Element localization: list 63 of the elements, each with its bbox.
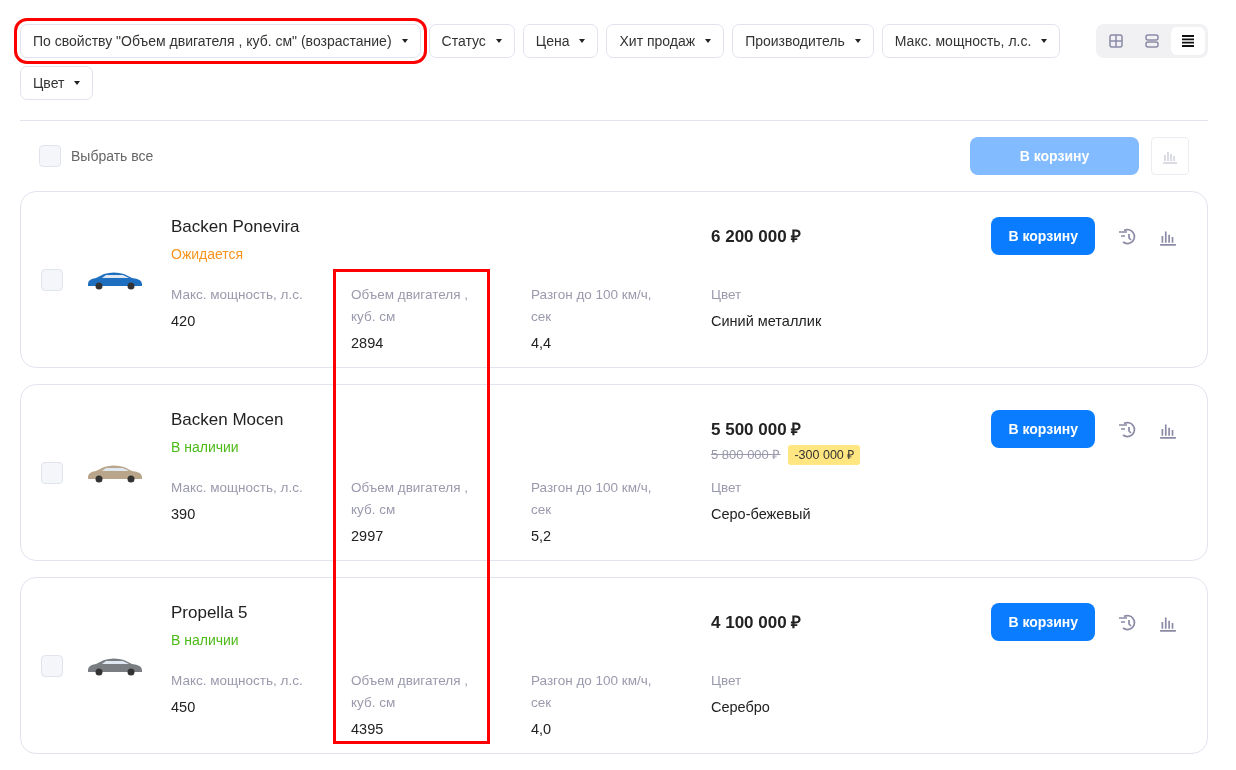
filter-dropdown[interactable]: Производитель [732, 24, 874, 58]
caret-icon [705, 39, 712, 43]
property-label: Разгон до 100 км/ч, сек [531, 672, 653, 712]
property-label: Разгон до 100 км/ч, сек [531, 479, 653, 519]
property-label: Макс. мощность, л.с. [171, 479, 304, 497]
caret-icon [495, 39, 502, 43]
property-label: Макс. мощность, л.с. [171, 286, 304, 304]
property-value: 390 [171, 505, 197, 524]
property-value: Серебро [711, 698, 771, 717]
product-checkbox[interactable] [41, 654, 63, 677]
property-label: Макс. мощность, л.с. [171, 672, 304, 690]
property-label: Цвет [711, 286, 743, 304]
product-status: Ожидается [171, 244, 245, 264]
filter-dropdown[interactable]: Хит продаж [606, 24, 725, 58]
caret-icon [854, 39, 861, 43]
clock-icon [1117, 226, 1137, 247]
product-checkbox[interactable] [41, 268, 63, 291]
property-label: Объем двигателя , куб. см [351, 479, 469, 519]
product-name[interactable]: Propella 5 [171, 600, 711, 626]
grid-view-icon [1108, 33, 1124, 49]
view-toggle[interactable] [1171, 27, 1205, 55]
filter-dropdown[interactable]: Макс. мощность, л.с. [881, 24, 1061, 58]
list-view-icon [1180, 33, 1196, 49]
product-name[interactable]: Backen Ponevira [171, 214, 711, 240]
property-value: 450 [171, 698, 197, 717]
filter-dropdown[interactable]: Статус [428, 24, 515, 58]
property-label: Разгон до 100 км/ч, сек [531, 286, 653, 326]
product-price: 5 500 000 ₽ [711, 419, 803, 441]
property-label: Объем двигателя , куб. см [351, 672, 469, 712]
discount-tag: -300 000 ₽ [788, 444, 861, 466]
product-checkbox[interactable] [41, 461, 63, 484]
property-value: 2894 [351, 334, 385, 353]
filter-dropdown[interactable]: Цена [522, 24, 599, 58]
property-value: 4395 [351, 720, 385, 739]
property-value: Синий металлик [711, 312, 823, 331]
product-status: В наличии [171, 630, 240, 650]
clock-icon [1117, 419, 1137, 440]
caret-icon [1041, 39, 1048, 43]
product-status: В наличии [171, 437, 240, 457]
property-value: 4,4 [531, 334, 553, 353]
property-label: Объем двигателя , куб. см [351, 286, 469, 326]
caret-icon [579, 39, 586, 43]
filter-dropdown[interactable]: Цвет [20, 66, 94, 100]
old-price: 5 800 000 ₽ [711, 446, 781, 465]
add-to-cart-button[interactable]: В корзину [991, 410, 1095, 448]
select-all-checkbox[interactable] [39, 145, 61, 167]
product-price: 6 200 000 ₽ [711, 226, 803, 248]
add-to-cart-button[interactable]: В корзину [991, 217, 1095, 255]
property-value: 4,0 [531, 720, 553, 739]
caret-icon [74, 81, 81, 85]
property-value: 2997 [351, 527, 385, 546]
property-value: 5,2 [531, 527, 553, 546]
property-label: Цвет [711, 672, 743, 690]
select-all-label: Выбрать все [71, 146, 154, 166]
property-value: Серо-бежевый [711, 505, 812, 524]
property-label: Цвет [711, 479, 743, 497]
product-name[interactable]: Backen Mocen [171, 407, 711, 433]
product-price: 4 100 000 ₽ [711, 612, 803, 634]
add-to-cart-button[interactable]: В корзину [991, 603, 1095, 641]
property-value: 420 [171, 312, 197, 331]
rows-view-icon [1144, 33, 1160, 49]
clock-icon [1117, 612, 1137, 633]
caret-icon [401, 39, 408, 43]
